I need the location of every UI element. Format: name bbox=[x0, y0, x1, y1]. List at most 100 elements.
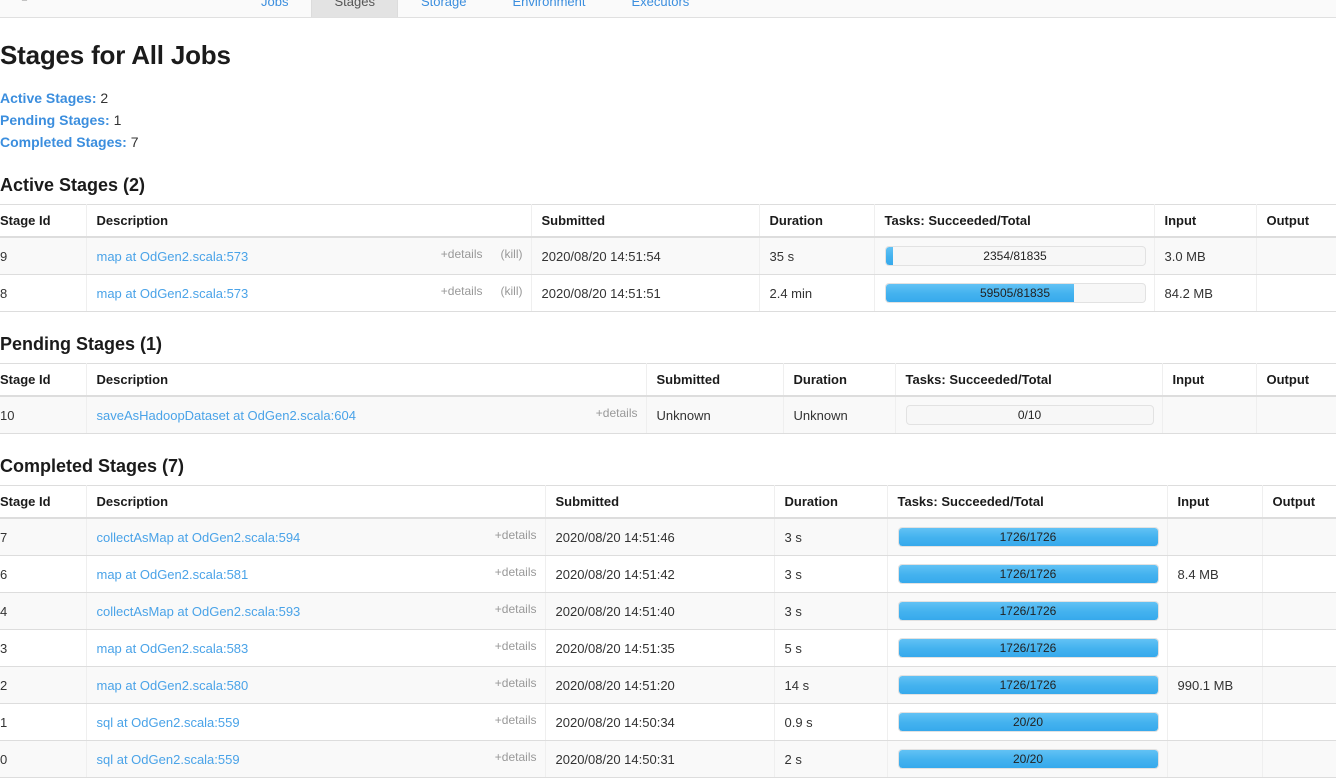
table-row: 3 map at OdGen2.scala:583 +details 2020/08/… bbox=[0, 629, 1336, 667]
cell-submitted: 2020/08/20 14:50:34 bbox=[545, 703, 775, 741]
cell-duration: 0.9 s bbox=[774, 703, 888, 741]
details-toggle-link[interactable]: +details bbox=[495, 676, 537, 690]
details-toggle-link[interactable]: +details bbox=[441, 284, 483, 298]
col-description[interactable]: Description bbox=[86, 485, 546, 519]
cell-stage-id: 4 bbox=[0, 592, 87, 630]
kill-stage-link[interactable]: (kill) bbox=[501, 284, 523, 298]
details-toggle-link[interactable]: +details bbox=[495, 713, 537, 727]
cell-tasks-progress: 1726/1726 bbox=[887, 592, 1168, 630]
col-submitted[interactable]: Submitted bbox=[531, 204, 760, 238]
cell-input bbox=[1162, 396, 1257, 434]
tab-jobs[interactable]: Jobs bbox=[238, 0, 311, 17]
cell-submitted: Unknown bbox=[646, 396, 784, 434]
cell-description: sql at OdGen2.scala:559 +details bbox=[86, 703, 546, 741]
tab-executors[interactable]: Executors bbox=[608, 0, 712, 17]
col-stage-id[interactable]: Stage Id bbox=[0, 204, 87, 238]
task-progress-bar: 59505/81835 bbox=[884, 283, 1146, 303]
col-duration[interactable]: Duration bbox=[783, 363, 896, 397]
details-toggle-link[interactable]: +details bbox=[495, 602, 537, 616]
col-input[interactable]: Input bbox=[1162, 363, 1257, 397]
cell-output bbox=[1256, 396, 1336, 434]
tab-environment[interactable]: Environment bbox=[490, 0, 609, 17]
col-output[interactable]: Output bbox=[1256, 363, 1336, 397]
tab-storage[interactable]: Storage bbox=[398, 0, 490, 17]
table-header-row: Stage Id Description Submitted Duration … bbox=[0, 204, 1336, 238]
summary-completed-stages-link[interactable]: Completed Stages: bbox=[0, 134, 127, 150]
stage-description-link[interactable]: map at OdGen2.scala:573 bbox=[97, 286, 249, 301]
col-input[interactable]: Input bbox=[1167, 485, 1263, 519]
cell-stage-id: 8 bbox=[0, 274, 87, 312]
col-duration[interactable]: Duration bbox=[759, 204, 875, 238]
details-toggle-link[interactable]: +details bbox=[495, 639, 537, 653]
summary-active-stages-value: 2 bbox=[100, 90, 109, 106]
cell-submitted: 2020/08/20 14:51:42 bbox=[545, 555, 775, 593]
task-progress-bar: 0/10 bbox=[905, 405, 1154, 425]
stage-description-link[interactable]: map at OdGen2.scala:573 bbox=[97, 249, 249, 264]
cell-submitted: 2020/08/20 14:50:31 bbox=[545, 740, 775, 778]
cell-tasks-progress: 20/20 bbox=[887, 740, 1168, 778]
details-toggle-link[interactable]: +details bbox=[495, 528, 537, 542]
cell-output bbox=[1256, 237, 1336, 275]
cell-input bbox=[1167, 592, 1263, 630]
cell-submitted: 2020/08/20 14:51:40 bbox=[545, 592, 775, 630]
cell-description: map at OdGen2.scala:573 +details (kill) bbox=[86, 237, 532, 275]
summary-active-stages-link[interactable]: Active Stages: bbox=[0, 90, 96, 106]
details-toggle-link[interactable]: +details bbox=[495, 750, 537, 764]
cell-tasks-progress: 59505/81835 bbox=[874, 274, 1155, 312]
col-tasks[interactable]: Tasks: Succeeded/Total bbox=[887, 485, 1168, 519]
table-row: 2 map at OdGen2.scala:580 +details 2020/08/… bbox=[0, 666, 1336, 704]
description-actions: +details bbox=[495, 712, 537, 727]
col-stage-id[interactable]: Stage Id bbox=[0, 363, 87, 397]
active-stages-table: Stage Id Description Submitted Duration … bbox=[0, 204, 1336, 312]
stage-description-link[interactable]: collectAsMap at OdGen2.scala:594 bbox=[97, 530, 301, 545]
cell-description: collectAsMap at OdGen2.scala:593 +details bbox=[86, 592, 546, 630]
col-submitted[interactable]: Submitted bbox=[646, 363, 784, 397]
task-progress-label: 1726/1726 bbox=[999, 604, 1057, 618]
stage-description-link[interactable]: sql at OdGen2.scala:559 bbox=[97, 752, 240, 767]
col-duration[interactable]: Duration bbox=[774, 485, 888, 519]
summary-pending-stages-link[interactable]: Pending Stages: bbox=[0, 112, 110, 128]
cell-submitted: 2020/08/20 14:51:54 bbox=[531, 237, 760, 275]
col-description[interactable]: Description bbox=[86, 363, 647, 397]
description-actions: +details bbox=[495, 527, 537, 542]
cell-stage-id: 0 bbox=[0, 740, 87, 778]
stage-description-link[interactable]: map at OdGen2.scala:580 bbox=[97, 678, 249, 693]
description-actions: +details bbox=[495, 675, 537, 690]
cell-stage-id: 7 bbox=[0, 518, 87, 556]
task-progress-bar: 1726/1726 bbox=[897, 564, 1159, 584]
col-output[interactable]: Output bbox=[1256, 204, 1336, 238]
col-stage-id[interactable]: Stage Id bbox=[0, 485, 87, 519]
col-tasks[interactable]: Tasks: Succeeded/Total bbox=[874, 204, 1155, 238]
col-tasks[interactable]: Tasks: Succeeded/Total bbox=[895, 363, 1163, 397]
col-input[interactable]: Input bbox=[1154, 204, 1257, 238]
kill-stage-link[interactable]: (kill) bbox=[501, 247, 523, 261]
cell-output bbox=[1262, 703, 1336, 741]
completed-stages-table: Stage Id Description Submitted Duration … bbox=[0, 485, 1336, 778]
col-submitted[interactable]: Submitted bbox=[545, 485, 775, 519]
tab-stages[interactable]: Stages bbox=[311, 0, 398, 17]
details-toggle-link[interactable]: +details bbox=[495, 565, 537, 579]
cell-output bbox=[1262, 555, 1336, 593]
stage-description-link[interactable]: sql at OdGen2.scala:559 bbox=[97, 715, 240, 730]
stage-description-link[interactable]: map at OdGen2.scala:581 bbox=[97, 567, 249, 582]
stage-description-link[interactable]: collectAsMap at OdGen2.scala:593 bbox=[97, 604, 301, 619]
task-progress-label: 1726/1726 bbox=[999, 567, 1057, 581]
cell-tasks-progress: 0/10 bbox=[895, 396, 1163, 434]
task-progress-label: 59505/81835 bbox=[979, 286, 1051, 300]
cell-input: 3.0 MB bbox=[1154, 237, 1257, 275]
cell-submitted: 2020/08/20 14:51:35 bbox=[545, 629, 775, 667]
cell-input: 990.1 MB bbox=[1167, 666, 1263, 704]
stage-description-link[interactable]: map at OdGen2.scala:583 bbox=[97, 641, 249, 656]
cell-duration: 3 s bbox=[774, 518, 888, 556]
col-description[interactable]: Description bbox=[86, 204, 532, 238]
details-toggle-link[interactable]: +details bbox=[441, 247, 483, 261]
task-progress-label: 20/20 bbox=[1012, 752, 1044, 766]
active-stages-body: 9 map at OdGen2.scala:573 +details (kill) 20… bbox=[0, 237, 1336, 312]
cell-input bbox=[1167, 703, 1263, 741]
col-output[interactable]: Output bbox=[1262, 485, 1336, 519]
cell-output bbox=[1262, 666, 1336, 704]
details-toggle-link[interactable]: +details bbox=[596, 406, 638, 420]
stage-description-link[interactable]: saveAsHadoopDataset at OdGen2.scala:604 bbox=[97, 408, 356, 423]
cell-output bbox=[1262, 592, 1336, 630]
task-progress-bar: 1726/1726 bbox=[897, 675, 1159, 695]
